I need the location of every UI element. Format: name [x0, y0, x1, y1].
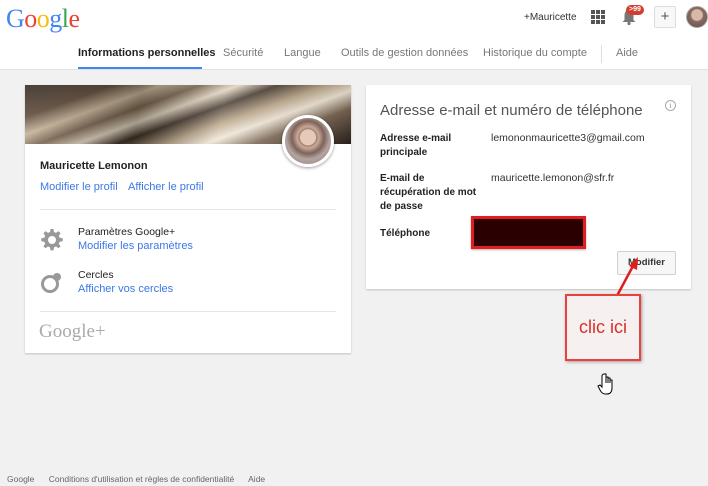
annotation-arrow-icon [602, 257, 638, 321]
footer-google-link[interactable]: Google [7, 474, 34, 484]
annotation-box: clic ici [565, 294, 641, 361]
hand-cursor-icon [597, 373, 613, 395]
footer: Google Conditions d'utilisation et règle… [7, 474, 277, 484]
footer-terms-link[interactable]: Conditions d'utilisation et règles de co… [49, 474, 234, 484]
footer-help-link[interactable]: Aide [248, 474, 265, 484]
annotation-text: clic ici [579, 317, 627, 337]
